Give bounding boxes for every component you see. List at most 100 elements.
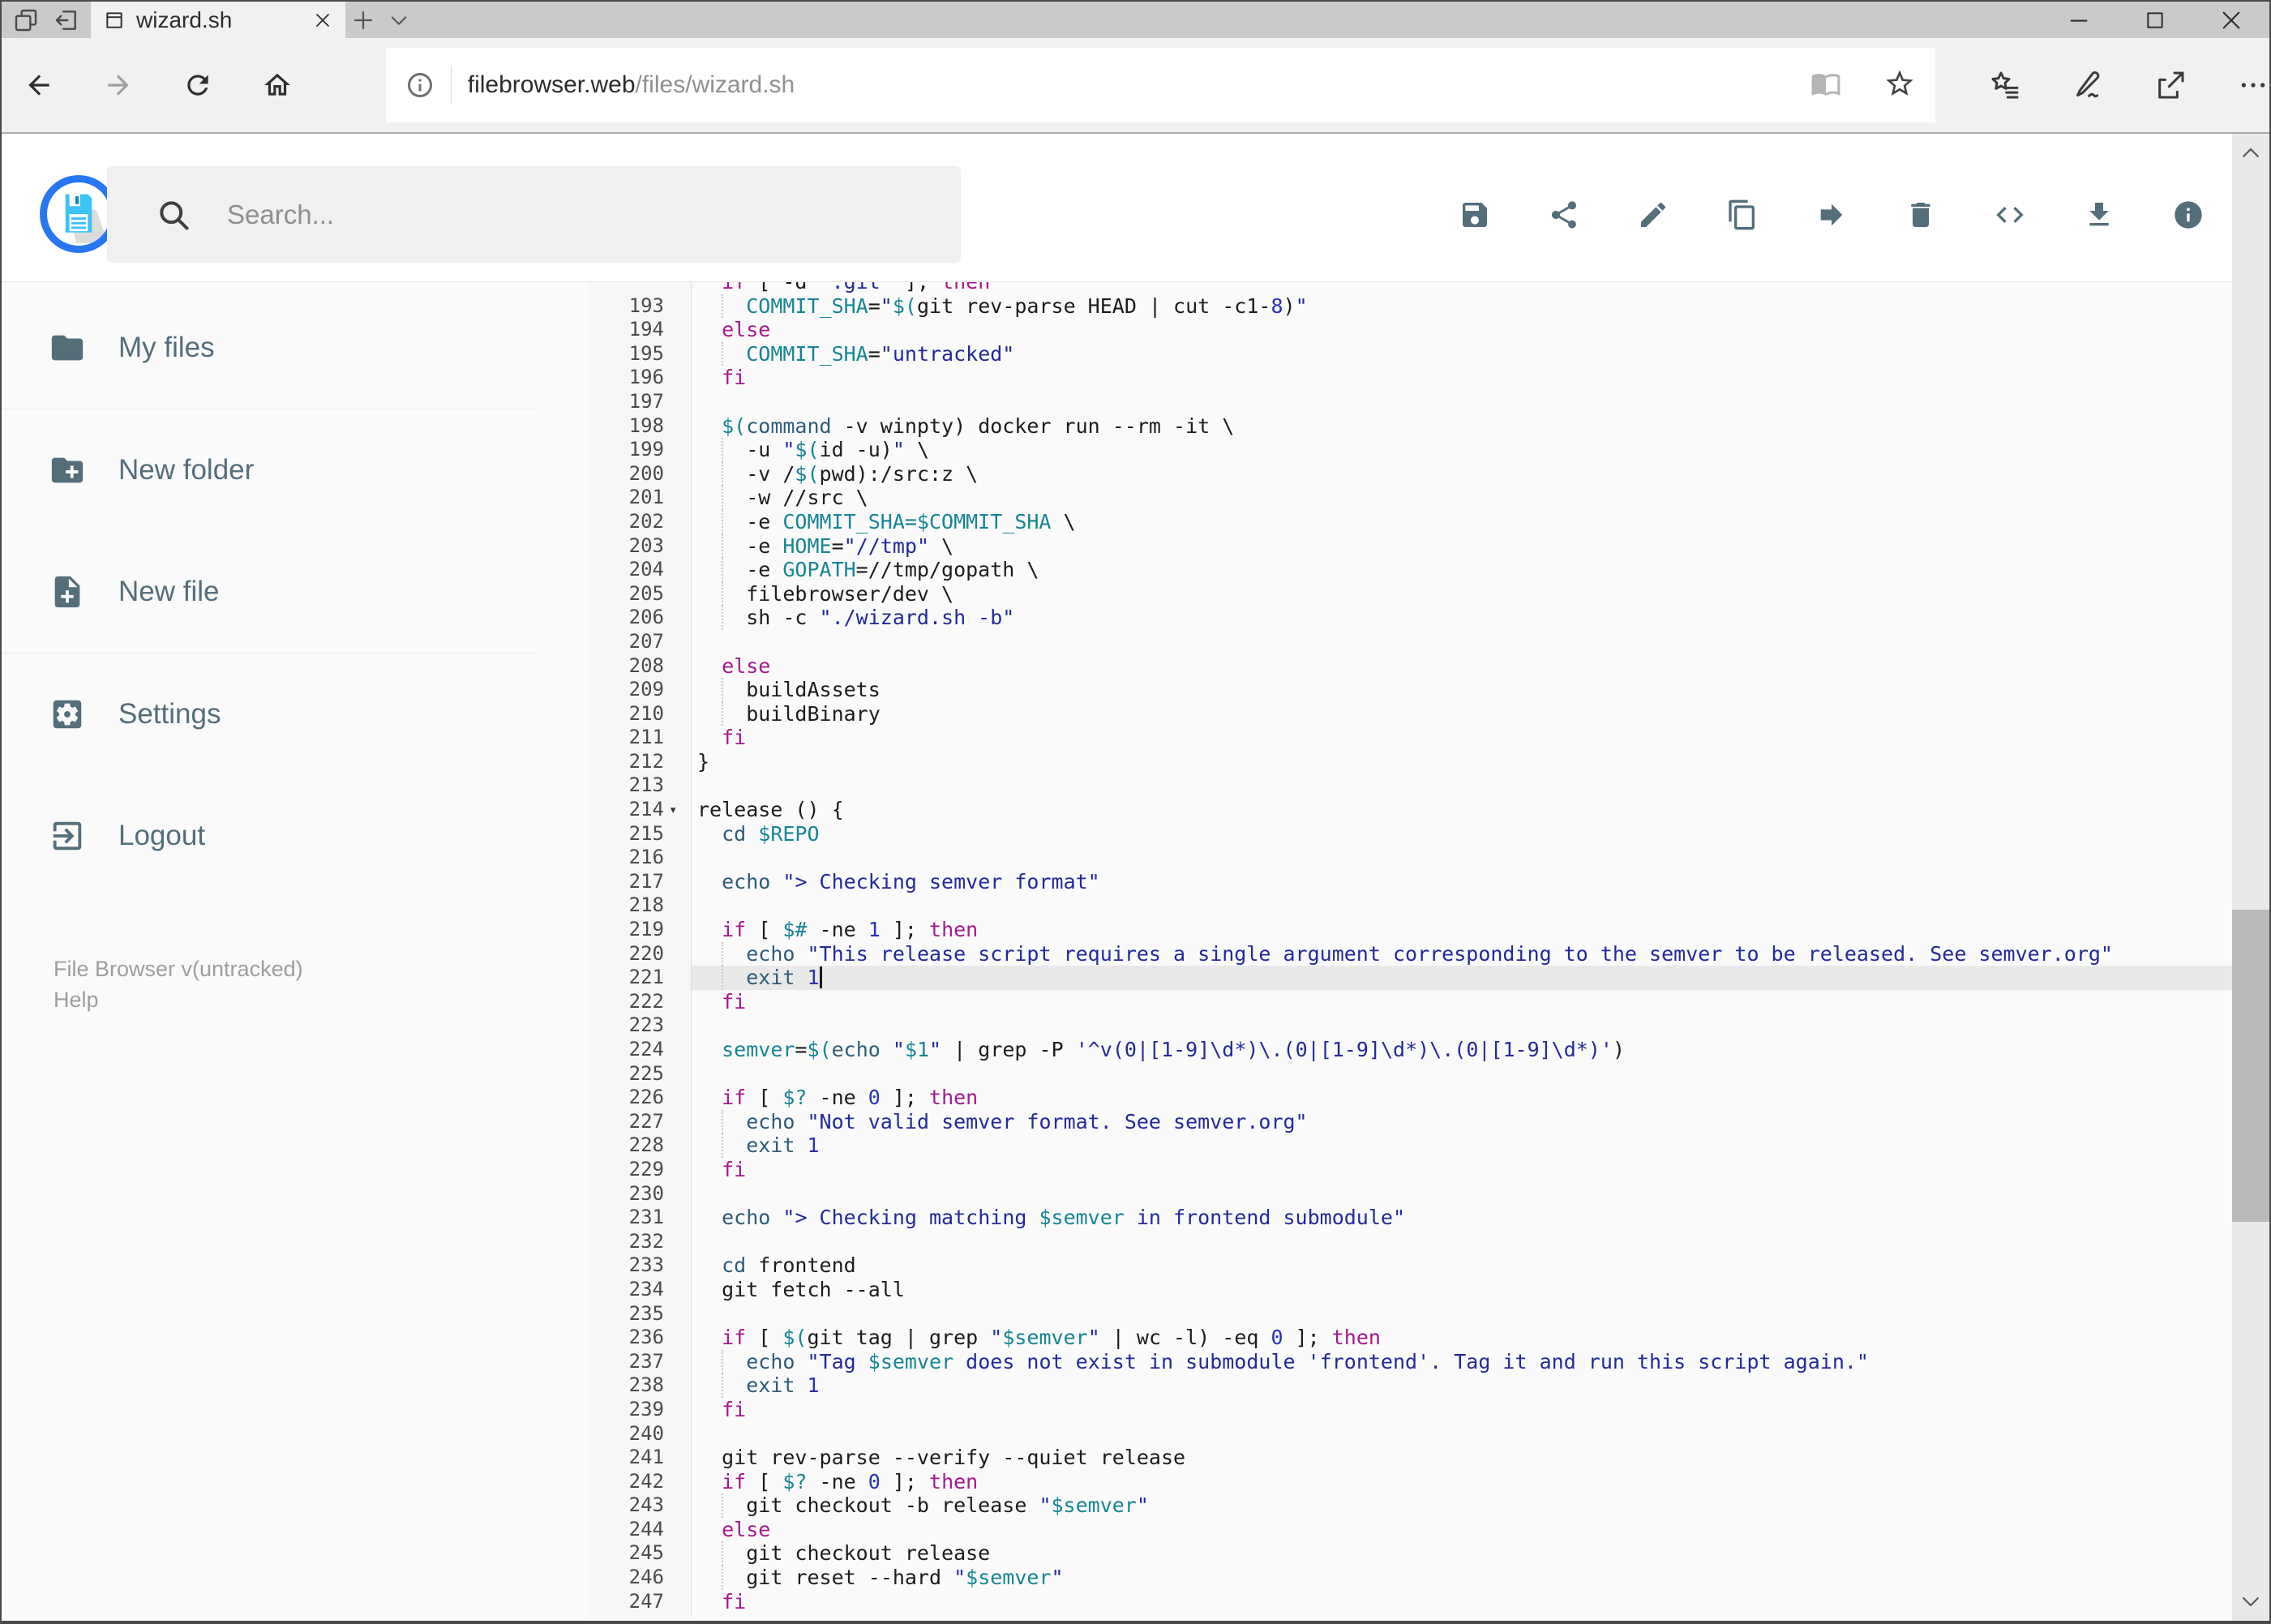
line-number[interactable]: 196 (588, 366, 692, 390)
line-number[interactable]: 231 (588, 1206, 692, 1230)
line-number[interactable]: 212 (588, 750, 692, 774)
line-number[interactable]: 206 (588, 606, 692, 630)
line-number[interactable]: 245 (588, 1541, 692, 1566)
line-number[interactable]: 225 (588, 1062, 692, 1086)
favorite-star-icon[interactable] (1883, 67, 1916, 104)
line-number[interactable]: 240 (588, 1422, 692, 1446)
fold-marker-icon[interactable]: ▾ (669, 799, 677, 823)
refresh-icon[interactable] (182, 69, 214, 101)
line-number[interactable]: 213 (588, 773, 692, 798)
sidebar-item-logout[interactable]: Logout (2, 775, 587, 897)
line-number[interactable]: 228 (588, 1133, 692, 1158)
sidebar-item-settings[interactable]: Settings (2, 653, 587, 775)
line-number[interactable]: 215 (588, 822, 692, 846)
share-button[interactable] (1548, 199, 1580, 231)
sidebar-item-my-files[interactable]: My files (2, 287, 587, 409)
minimize-button[interactable] (2041, 2, 2117, 38)
line-number[interactable]: 223 (588, 1013, 692, 1038)
line-number[interactable]: 237 (588, 1350, 692, 1374)
info-button[interactable] (2172, 199, 2205, 231)
tab-preview-chevron-icon[interactable] (381, 2, 417, 38)
line-number[interactable]: 211 (588, 726, 692, 750)
line-number[interactable]: 242 (588, 1470, 692, 1494)
filebrowser-logo[interactable] (40, 175, 118, 253)
line-number[interactable]: 202 (588, 510, 692, 534)
line-number[interactable]: 239 (588, 1398, 692, 1422)
settings-menu-icon[interactable] (2237, 69, 2269, 101)
set-tabs-aside-icon[interactable] (49, 2, 84, 38)
line-number[interactable]: 198 (588, 414, 692, 439)
ink-pen-icon[interactable] (2072, 69, 2104, 101)
line-number[interactable]: 227 (588, 1110, 692, 1134)
sidebar-item-new-folder[interactable]: New folder (2, 409, 587, 531)
help-link[interactable]: Help (54, 984, 587, 1015)
move-button[interactable] (1815, 199, 1848, 231)
line-number[interactable]: 224 (588, 1038, 692, 1062)
code-button[interactable] (1994, 199, 2026, 231)
close-window-button[interactable] (2193, 2, 2269, 38)
line-number[interactable]: 232 (588, 1230, 692, 1254)
line-number[interactable]: 238 (588, 1373, 692, 1398)
line-number[interactable]: 197 (588, 390, 692, 414)
line-number[interactable]: 246 (588, 1566, 692, 1590)
line-number[interactable]: 230 (588, 1182, 692, 1206)
scroll-up-icon[interactable] (2232, 137, 2269, 169)
line-number[interactable]: 241 (588, 1446, 692, 1470)
forward-icon[interactable] (102, 69, 135, 101)
sidebar-item-new-file[interactable]: New file (2, 531, 587, 653)
line-number[interactable]: 203 (588, 534, 692, 559)
line-number[interactable]: 221 (588, 966, 692, 990)
line-number[interactable]: 222 (588, 990, 692, 1014)
line-number[interactable]: 199 (588, 438, 692, 462)
download-button[interactable] (2083, 199, 2115, 231)
scrollbar-thumb[interactable] (2232, 910, 2269, 1222)
scroll-down-icon[interactable] (2232, 1585, 2269, 1618)
line-number[interactable]: 220 (588, 942, 692, 966)
maximize-button[interactable] (2117, 2, 2193, 38)
line-number[interactable]: 201 (588, 486, 692, 510)
line-number[interactable]: 205 (588, 582, 692, 606)
line-number[interactable]: 207 (588, 630, 692, 654)
tab-preview-icon[interactable] (8, 2, 44, 38)
line-number[interactable]: 194 (588, 318, 692, 342)
save-button[interactable] (1459, 199, 1491, 231)
address-bar[interactable]: filebrowser.web/files/wizard.sh (385, 48, 1935, 122)
search-bar[interactable] (107, 166, 961, 263)
line-number[interactable]: 217 (588, 870, 692, 894)
new-tab-button[interactable] (345, 2, 381, 38)
line-number[interactable]: 210 (588, 702, 692, 726)
share-icon[interactable] (2154, 69, 2187, 101)
line-number[interactable]: 236 (588, 1326, 692, 1350)
line-number[interactable]: 193 (588, 294, 692, 319)
copy-button[interactable] (1726, 199, 1759, 231)
favorites-hub-icon[interactable] (1989, 69, 2021, 101)
line-number[interactable]: 218 (588, 893, 692, 918)
page-scrollbar[interactable] (2232, 134, 2269, 1621)
line-number[interactable]: 235 (588, 1302, 692, 1326)
line-number[interactable]: 195 (588, 342, 692, 366)
line-number[interactable]: 247 (588, 1590, 692, 1614)
line-number[interactable] (588, 282, 692, 294)
edit-button[interactable] (1637, 199, 1669, 231)
url-text[interactable]: filebrowser.web/files/wizard.sh (468, 71, 1794, 99)
home-icon[interactable] (261, 69, 294, 101)
delete-button[interactable] (1905, 199, 1937, 231)
line-number[interactable]: 229 (588, 1158, 692, 1182)
line-number[interactable]: 208 (588, 654, 692, 679)
close-tab-icon[interactable] (313, 11, 332, 30)
line-number[interactable]: 219 (588, 918, 692, 942)
site-info-icon[interactable] (405, 71, 435, 100)
code-editor[interactable]: if [ -d ".git" ]; then193 COMMIT_SHA="$(… (588, 282, 2232, 1618)
line-number[interactable]: 200 (588, 462, 692, 486)
line-number[interactable]: 226 (588, 1086, 692, 1110)
line-number[interactable]: 233 (588, 1253, 692, 1278)
line-number[interactable]: 209 (588, 678, 692, 702)
line-number[interactable]: 234 (588, 1278, 692, 1302)
browser-tab[interactable]: wizard.sh (91, 2, 345, 38)
line-number[interactable]: 244 (588, 1518, 692, 1542)
line-number[interactable]: 216 (588, 846, 692, 870)
line-number[interactable]: 204 (588, 558, 692, 582)
search-input[interactable] (225, 198, 926, 231)
reading-view-icon[interactable] (1810, 68, 1841, 103)
back-icon[interactable] (23, 69, 55, 101)
